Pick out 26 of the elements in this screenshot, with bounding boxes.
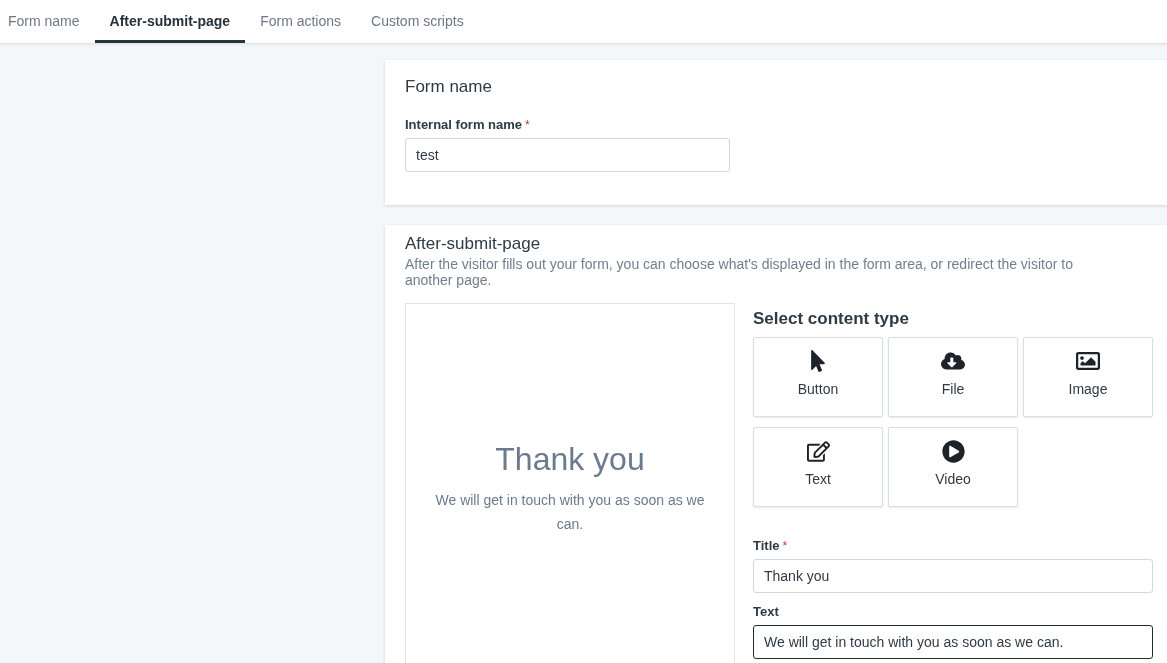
required-mark: * <box>782 538 788 554</box>
required-mark: * <box>525 117 530 133</box>
content-type-tile[interactable]: Video <box>888 427 1018 507</box>
text-input[interactable]: Thank you <box>753 559 1153 593</box>
field-label: Internal form name <box>405 117 523 133</box>
tab[interactable]: After-submit-page <box>94 0 246 43</box>
card-description: After the visitor fills out your form, you can choose what's displayed in the form area, or redirect the visitor to another page. <box>405 256 1074 288</box>
text-input[interactable]: We will get in touch with you as soon as we can. <box>753 625 1153 659</box>
content-type-tile[interactable]: Button <box>753 337 883 417</box>
card-title: Form name <box>405 76 493 98</box>
card-title: After-submit-page <box>405 233 542 255</box>
section-heading: Select content type <box>753 308 910 330</box>
field-label: Text <box>753 604 779 620</box>
tab[interactable]: Form name <box>0 0 95 43</box>
tab[interactable]: Custom scripts <box>356 0 479 43</box>
content-type-tile[interactable]: File <box>888 337 1018 417</box>
preview-title: Thank you <box>495 440 645 478</box>
tab[interactable]: Form actions <box>245 0 357 43</box>
preview-text: We will get in touch with you as soon as we can. <box>434 490 706 534</box>
text-input[interactable]: test <box>405 138 730 172</box>
edit-icon <box>806 439 830 463</box>
content-type-tile[interactable]: Image <box>1023 337 1153 417</box>
image-icon <box>1076 349 1100 373</box>
field-label: Title <box>753 538 780 554</box>
content-type-tile[interactable]: Text <box>753 427 883 507</box>
play-icon <box>941 439 965 463</box>
